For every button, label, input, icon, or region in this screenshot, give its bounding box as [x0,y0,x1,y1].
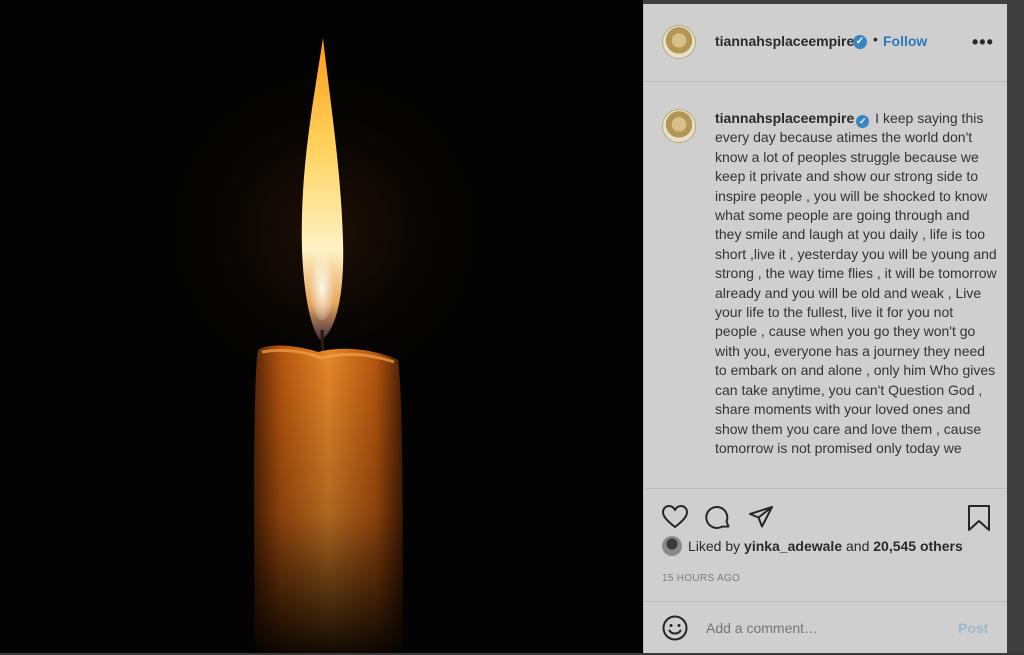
verified-badge-icon: ✓ [853,35,867,49]
post-comment-button[interactable]: Post [958,620,988,636]
author-avatar[interactable] [662,25,696,59]
post-timestamp[interactable]: 15 HOURS AGO [662,573,740,584]
likes-prefix: Liked by [688,538,741,554]
heart-icon[interactable] [662,505,688,529]
bookmark-icon[interactable] [967,505,991,531]
likes-count[interactable]: 20,545 others [873,538,963,554]
paper-plane-icon[interactable] [748,505,774,529]
post-actions: Liked by yinka_adewale and 20,545 others… [644,488,1007,654]
comment-input[interactable] [704,619,938,637]
window-edge-right [1007,0,1024,653]
caption-scroll-area[interactable]: tiannahsplaceempire ✓ I keep saying this … [644,82,1007,488]
post-image-candle [0,0,643,653]
separator-dot: • [873,31,878,47]
caption-verified-badge-icon: ✓ [856,115,870,128]
post-header: tiannahsplaceempire ✓ • Follow ••• [644,4,1007,82]
caption-body: I keep saying this every day because ati… [715,110,997,456]
follow-button[interactable]: Follow [883,33,927,49]
liker-username[interactable]: yinka_adewale [744,538,842,554]
smiley-icon[interactable] [662,615,688,641]
caption: tiannahsplaceempire ✓ I keep saying this … [715,109,997,458]
post-sidebar: tiannahsplaceempire ✓ • Follow ••• tiann… [643,4,1007,653]
caption-author-avatar[interactable] [662,109,696,143]
likes-summary: Liked by yinka_adewale and 20,545 others [662,536,963,558]
comment-bubble-icon[interactable] [705,505,731,531]
caption-username[interactable]: tiannahsplaceempire [715,110,854,126]
more-options-icon[interactable]: ••• [972,32,994,53]
comment-bar: Post [644,601,1007,655]
author-username[interactable]: tiannahsplaceempire [715,33,854,49]
likes-conjunction: and [846,538,870,554]
liker-avatar[interactable] [662,536,682,556]
